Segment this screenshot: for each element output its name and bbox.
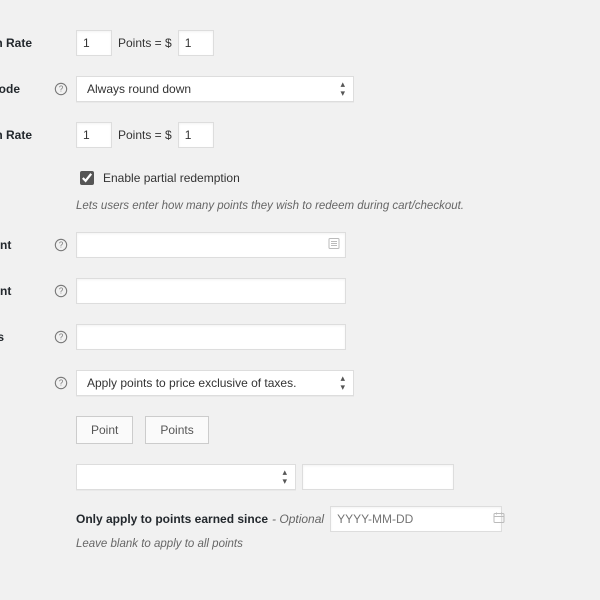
since-date-input[interactable]	[330, 506, 502, 532]
svg-text:?: ?	[59, 241, 64, 250]
customer-select[interactable]: ▴▾	[76, 464, 296, 490]
label-earn-rate: version Rate	[0, 36, 54, 50]
redeem-currency-input[interactable]	[178, 122, 214, 148]
earn-points-input[interactable]	[76, 30, 112, 56]
label-points: t Points	[0, 330, 54, 344]
svg-text:?: ?	[59, 85, 64, 94]
discount-2-input[interactable]	[76, 278, 346, 304]
row-discount-2: Discount ?	[0, 278, 600, 304]
redeem-points-input[interactable]	[76, 122, 112, 148]
label-discount-2: Discount	[0, 284, 54, 298]
label-rounding: ding Mode	[0, 82, 54, 96]
svg-text:?: ?	[59, 287, 64, 296]
svg-text:?: ?	[59, 379, 64, 388]
tax-mode-select[interactable]: Apply points to price exclusive of taxes…	[76, 370, 354, 396]
point-singular-button[interactable]: Point	[76, 416, 133, 444]
label-partial: on	[0, 174, 54, 188]
help-icon[interactable]: ?	[54, 278, 76, 298]
help-icon[interactable]: ?	[54, 232, 76, 252]
row-discount-1: Discount ?	[0, 232, 600, 258]
help-icon[interactable]: ?	[54, 370, 76, 390]
row-redeem-conversion-rate: version Rate Points = $	[0, 122, 600, 148]
rounding-mode-select[interactable]: Always round down ▴▾	[76, 76, 354, 102]
point-plural-button[interactable]: Points	[145, 416, 208, 444]
customer-extra-input[interactable]	[302, 464, 454, 490]
chevron-updown-icon: ▴▾	[340, 80, 345, 98]
points-input[interactable]	[76, 324, 346, 350]
label-discount-1: Discount	[0, 238, 54, 252]
help-icon[interactable]: ?	[54, 324, 76, 344]
label-redeem-rate: version Rate	[0, 128, 54, 142]
partial-redemption-desc: Lets users enter how many points they wi…	[76, 200, 464, 212]
help-icon	[54, 30, 76, 36]
row-points: t Points ?	[0, 324, 600, 350]
since-label: Only apply to points earned since - Opti…	[76, 512, 324, 526]
since-desc: Leave blank to apply to all points	[76, 538, 243, 550]
chevron-updown-icon: ▴▾	[340, 374, 345, 392]
earn-eq-text: Points = $	[118, 36, 172, 50]
row-rounding-mode: ding Mode ? Always round down ▴▾	[0, 76, 600, 102]
svg-text:?: ?	[59, 333, 64, 342]
partial-redemption-checkbox[interactable]	[80, 171, 94, 185]
discount-1-input[interactable]	[76, 232, 346, 258]
row-partial-redemption: on Enable partial redemption Lets users …	[0, 168, 600, 212]
row-customer: er ▴▾ Only apply to points earned since …	[0, 464, 600, 550]
help-icon	[54, 168, 76, 174]
chevron-updown-icon: ▴▾	[282, 468, 287, 486]
help-icon	[54, 122, 76, 128]
help-icon[interactable]: ?	[54, 76, 76, 96]
redeem-eq-text: Points = $	[118, 128, 172, 142]
partial-redemption-label: Enable partial redemption	[103, 171, 240, 185]
row-point-labels: Point Points	[0, 416, 600, 444]
row-earn-conversion-rate: version Rate Points = $	[0, 30, 600, 56]
earn-currency-input[interactable]	[178, 30, 214, 56]
row-tax-mode: ? Apply points to price exclusive of tax…	[0, 370, 600, 396]
label-customer: er	[0, 470, 54, 484]
